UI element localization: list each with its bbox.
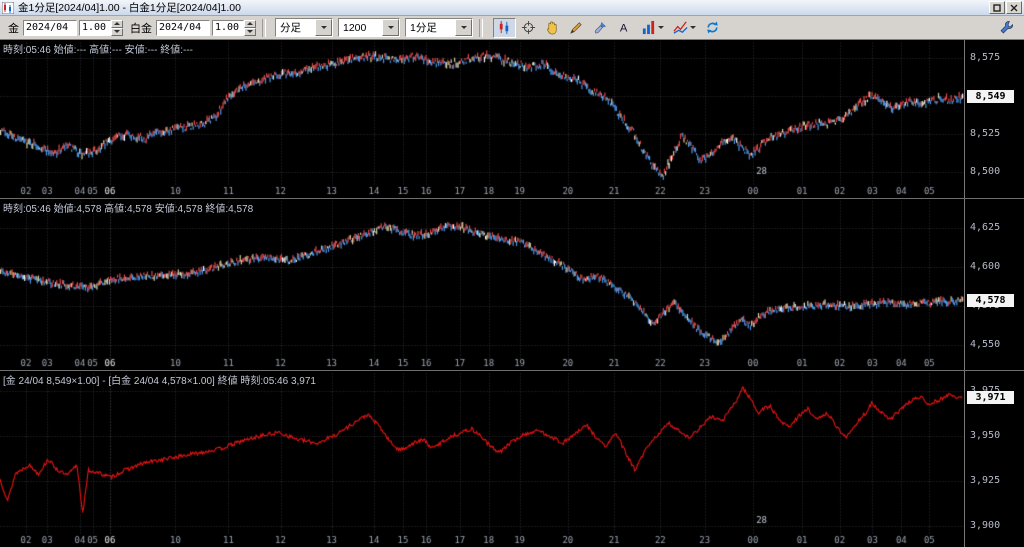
gold-price-axis: 8,549 8,5758,5508,5258,500 bbox=[964, 40, 1024, 198]
price-tick-label: 8,500 bbox=[970, 166, 1001, 177]
refresh-icon-button[interactable] bbox=[701, 17, 724, 38]
platinum-multiplier-down-button[interactable] bbox=[244, 27, 256, 36]
platinum-current-price-badge: 4,578 bbox=[967, 294, 1014, 307]
price-tick-label: 3,950 bbox=[970, 430, 1001, 441]
text-tool-icon-button[interactable]: A bbox=[613, 17, 636, 38]
chevron-down-icon[interactable] bbox=[455, 19, 472, 36]
overlay-chart-icon-button[interactable] bbox=[669, 17, 700, 38]
brush-icon-button[interactable] bbox=[589, 17, 612, 38]
toolbar-separator bbox=[262, 18, 266, 37]
toolbar-icon-group: A bbox=[493, 17, 724, 38]
main-toolbar: 金 白金 分足 1200 1分足 A bbox=[0, 16, 1024, 40]
gold-label: 金 bbox=[8, 22, 19, 35]
settings-area bbox=[995, 17, 1018, 38]
platinum-quote-info: 時刻:05:46 始値:4,578 高値:4,578 安値:4,578 終値:4… bbox=[3, 204, 254, 215]
gold-multiplier-input[interactable] bbox=[79, 19, 111, 36]
platinum-label: 白金 bbox=[130, 22, 152, 35]
app-chart-icon bbox=[2, 1, 15, 14]
price-tick-label: 4,550 bbox=[970, 339, 1001, 350]
close-window-button[interactable] bbox=[1006, 1, 1022, 14]
gold-multiplier-down-button[interactable] bbox=[111, 27, 123, 36]
window-title-bar: 金1分足[2024/04]1.00 - 白金1分足[2024/04]1.00 bbox=[0, 0, 1024, 16]
svg-text:A: A bbox=[620, 22, 628, 34]
window-title: 金1分足[2024/04]1.00 - 白金1分足[2024/04]1.00 bbox=[18, 2, 241, 14]
pencil-icon-button[interactable] bbox=[565, 17, 588, 38]
platinum-multiplier-up-button[interactable] bbox=[244, 19, 256, 28]
platinum-contract-input[interactable] bbox=[156, 19, 210, 36]
gold-quote-info: 時刻:05:46 始値:--- 高値:--- 安値:--- 終値:--- bbox=[3, 45, 193, 56]
candlestick-chart-icon-button[interactable] bbox=[493, 17, 516, 38]
spread-chart-canvas[interactable] bbox=[0, 371, 964, 547]
price-tick-label: 4,600 bbox=[970, 261, 1001, 272]
crosshair-icon-button[interactable] bbox=[517, 17, 540, 38]
interval-select[interactable]: 1分足 bbox=[405, 18, 473, 37]
platinum-chart-panel: 時刻:05:46 始値:4,578 高値:4,578 安値:4,578 終値:4… bbox=[0, 198, 1024, 370]
platinum-price-axis: 4,578 4,6254,6004,5754,550 bbox=[964, 199, 1024, 370]
wrench-settings-button[interactable] bbox=[995, 17, 1018, 38]
gold-multiplier-up-button[interactable] bbox=[111, 19, 123, 28]
spread-current-price-badge: 3,971 bbox=[967, 391, 1014, 404]
period-type-select[interactable]: 分足 bbox=[275, 18, 333, 37]
gold-contract-input[interactable] bbox=[23, 19, 77, 36]
bar-indicator-icon-button[interactable] bbox=[637, 17, 668, 38]
platinum-chart-canvas[interactable] bbox=[0, 199, 964, 370]
gold-multiplier-stepper bbox=[79, 19, 123, 36]
gold-current-price-badge: 8,549 bbox=[967, 90, 1014, 103]
price-tick-label: 3,900 bbox=[970, 520, 1001, 531]
hand-icon-button[interactable] bbox=[541, 17, 564, 38]
platinum-multiplier-stepper bbox=[212, 19, 256, 36]
price-tick-label: 3,925 bbox=[970, 475, 1001, 486]
chevron-down-icon[interactable] bbox=[315, 19, 332, 36]
toolbar-separator bbox=[479, 18, 483, 37]
spread-price-axis: 3,971 3,9753,9503,9253,900 bbox=[964, 371, 1024, 547]
gold-chart-canvas[interactable] bbox=[0, 40, 964, 198]
bar-count-select[interactable]: 1200 bbox=[338, 18, 400, 37]
chart-area: 時刻:05:46 始値:--- 高値:--- 安値:--- 終値:--- 8,5… bbox=[0, 40, 1024, 547]
restore-window-button[interactable] bbox=[989, 1, 1005, 14]
platinum-multiplier-input[interactable] bbox=[212, 19, 244, 36]
spread-chart-panel: [金 24/04 8,549×1.00] - [白金 24/04 4,578×1… bbox=[0, 370, 1024, 547]
price-tick-label: 8,575 bbox=[970, 52, 1001, 63]
price-tick-label: 8,525 bbox=[970, 128, 1001, 139]
spread-quote-info: [金 24/04 8,549×1.00] - [白金 24/04 4,578×1… bbox=[3, 376, 316, 387]
price-tick-label: 4,625 bbox=[970, 222, 1001, 233]
gold-chart-panel: 時刻:05:46 始値:--- 高値:--- 安値:--- 終値:--- 8,5… bbox=[0, 40, 1024, 198]
chevron-down-icon[interactable] bbox=[382, 19, 399, 36]
